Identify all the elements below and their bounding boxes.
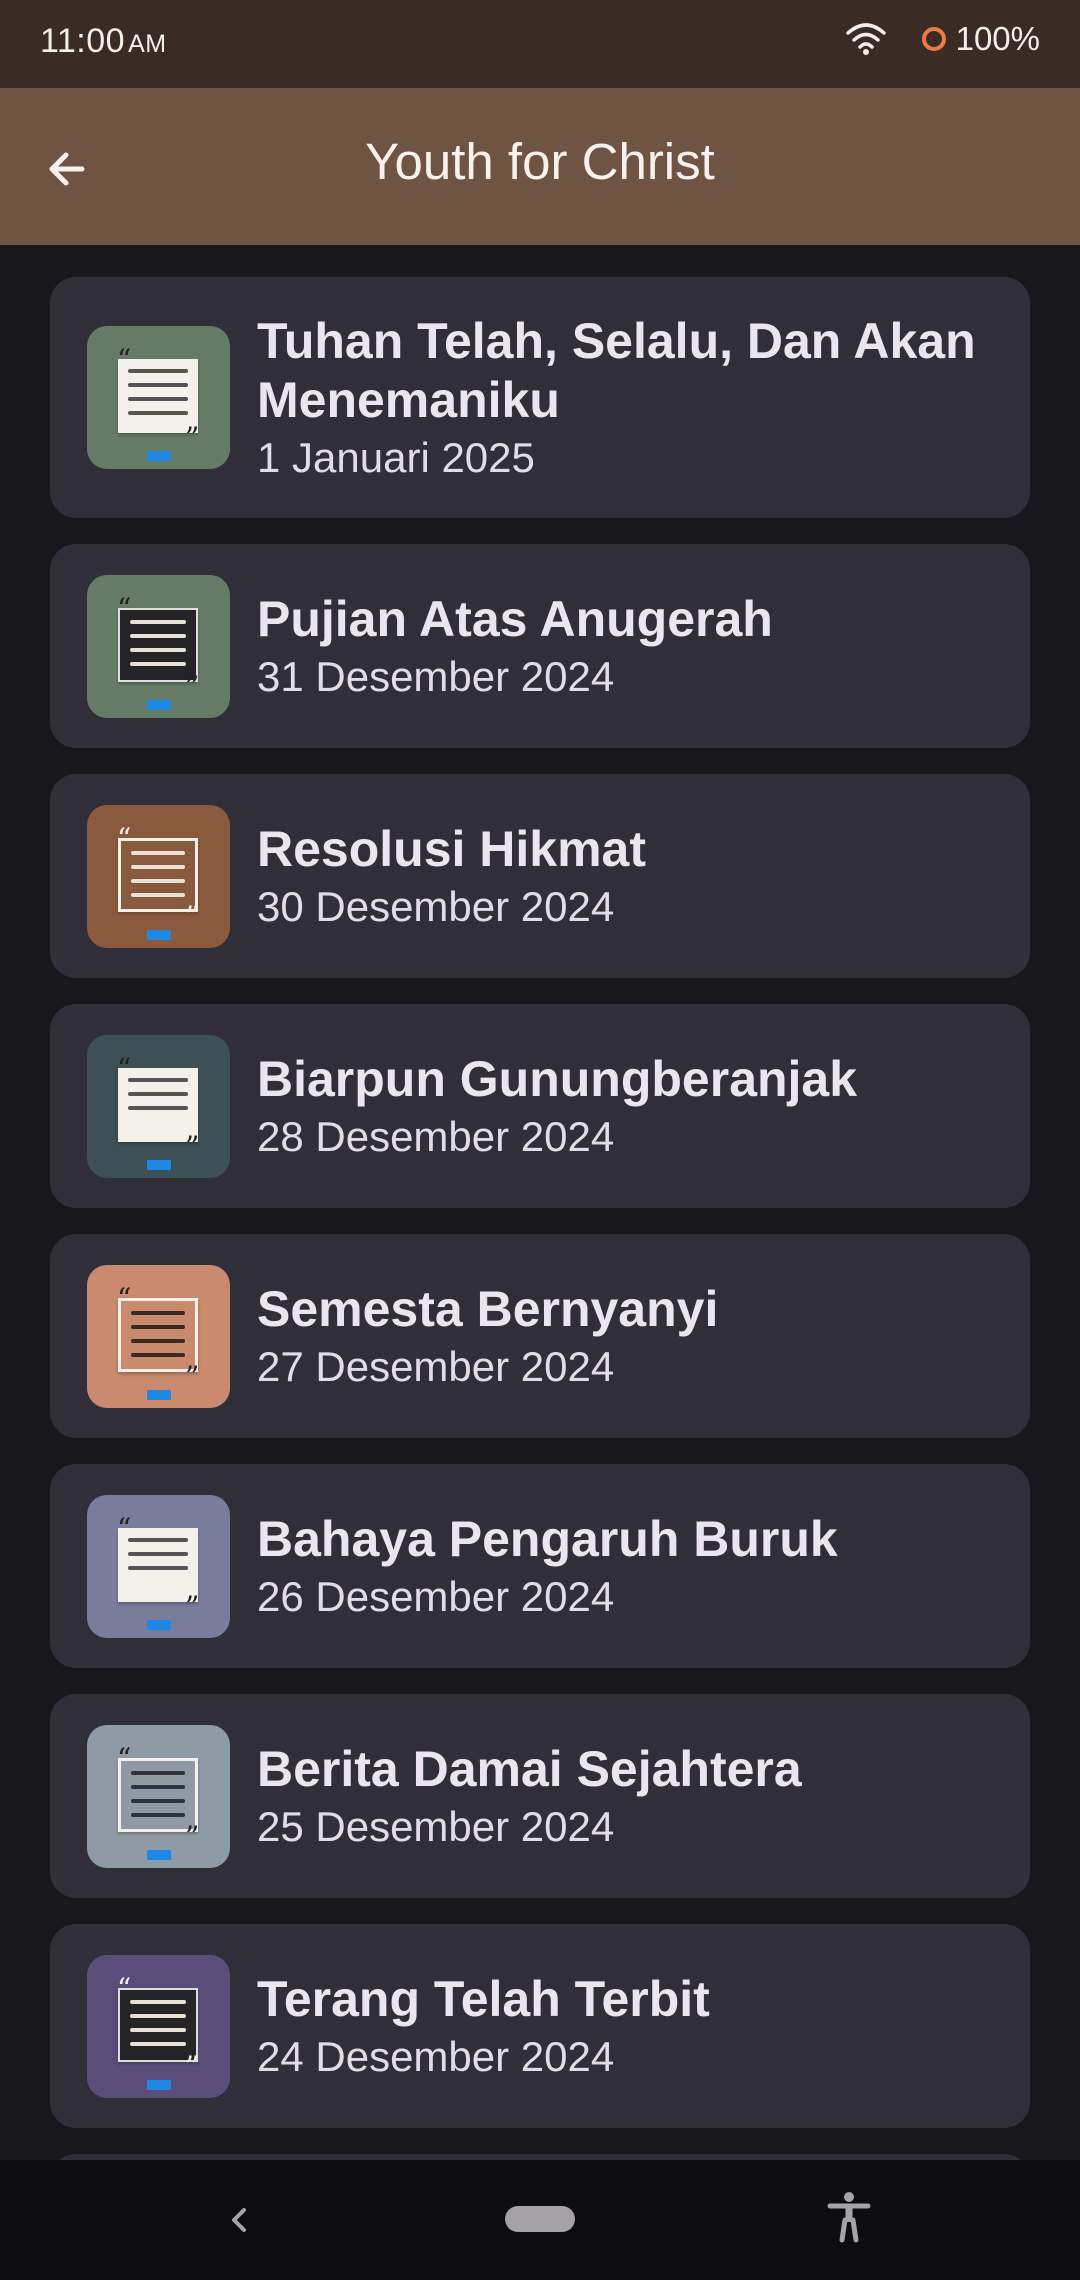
quote-close-icon: ” — [185, 2049, 200, 2083]
devotional-title: Resolusi Hikmat — [257, 820, 647, 877]
brand-badge-icon — [147, 699, 171, 710]
status-indicators: 100% — [845, 20, 1040, 58]
brand-badge-icon — [147, 1619, 171, 1630]
wifi-icon — [845, 23, 886, 55]
devotional-thumbnail: “ ” — [87, 1954, 230, 2098]
devotional-card[interactable]: “ ” Pujian Atas Anugerah 31 Desember 202… — [50, 544, 1030, 748]
quote-close-icon: ” — [185, 1819, 200, 1853]
system-nav-bar — [0, 2160, 1080, 2280]
devotional-card[interactable]: “ ” Resolusi Hikmat 30 Desember 2024 — [50, 774, 1030, 978]
devotional-text: Resolusi Hikmat 30 Desember 2024 — [257, 820, 994, 933]
devotional-thumbnail: “ ” — [87, 1494, 230, 1638]
battery-percentage: 100% — [955, 20, 1040, 57]
quote-close-icon: ” — [185, 1359, 200, 1393]
devotional-date: 27 Desember 2024 — [257, 1342, 615, 1390]
devotional-card[interactable]: “ ” Bahaya Pengaruh Buruk 26 Desember 20… — [50, 1464, 1030, 1668]
quote-close-icon: ” — [185, 1589, 200, 1623]
brand-badge-icon — [147, 1159, 171, 1170]
devotional-title: Terang Telah Terbit — [257, 1970, 710, 2027]
devotional-thumbnail: “ ” — [87, 326, 230, 469]
devotional-title: Biarpun Gunungberanjak — [257, 1050, 858, 1107]
devotional-date: 28 Desember 2024 — [257, 1112, 615, 1160]
devotional-date: 31 Desember 2024 — [257, 652, 615, 700]
quote-open-icon: “ — [117, 1281, 132, 1315]
devotional-text: Biarpun Gunungberanjak 28 Desember 2024 — [257, 1050, 994, 1163]
devotional-text: Bahaya Pengaruh Buruk 26 Desember 2024 — [257, 1510, 994, 1623]
quote-close-icon: ” — [185, 1129, 200, 1163]
devotional-thumbnail: “ ” — [87, 1724, 230, 1868]
devotional-date: 1 Januari 2025 — [257, 433, 535, 481]
devotional-thumbnail: “ ” — [87, 804, 230, 948]
devotional-text: Berita Damai Sejahtera 25 Desember 2024 — [257, 1740, 994, 1853]
quote-open-icon: “ — [117, 1741, 132, 1775]
devotional-text: Semesta Bernyanyi 27 Desember 2024 — [257, 1280, 994, 1393]
status-time: 11:00 AM — [40, 22, 167, 61]
devotional-card[interactable]: “ ” Biarpun Gunungberanjak 28 Desember 2… — [50, 1004, 1030, 1208]
quote-open-icon: “ — [117, 1511, 132, 1545]
quote-open-icon: “ — [117, 821, 132, 855]
devotional-text: Terang Telah Terbit 24 Desember 2024 — [257, 1970, 994, 2083]
app-bar: Youth for Christ — [0, 88, 1080, 245]
devotional-title: Semesta Bernyanyi — [257, 1280, 719, 1337]
quote-open-icon: “ — [117, 1051, 132, 1085]
devotional-thumbnail: “ ” — [87, 1034, 230, 1178]
quote-close-icon: ” — [185, 899, 200, 933]
devotional-thumbnail: “ ” — [87, 1264, 230, 1408]
home-pill-icon[interactable] — [505, 2206, 575, 2232]
devotional-card[interactable]: “ ” Semesta Bernyanyi 27 Desember 2024 — [50, 1234, 1030, 1438]
devotional-title: Pujian Atas Anugerah — [257, 590, 773, 647]
devotional-list: “ ” Tuhan Telah, Selalu, Dan Akan Menema… — [50, 277, 1030, 2240]
brand-badge-icon — [147, 2079, 171, 2090]
status-time-value: 11:00 — [40, 22, 126, 60]
devotional-card[interactable]: “ ” Berita Damai Sejahtera 25 Desember 2… — [50, 1694, 1030, 1898]
accessibility-icon[interactable] — [824, 2190, 874, 2244]
status-bar: 11:00 AM 100% — [0, 0, 1080, 88]
quote-open-icon: “ — [117, 343, 132, 376]
devotional-date: 26 Desember 2024 — [257, 1572, 615, 1620]
status-time-suffix: AM — [128, 30, 167, 58]
brand-badge-icon — [147, 929, 171, 940]
page-title: Youth for Christ — [365, 133, 715, 190]
devotional-card[interactable]: “ ” Tuhan Telah, Selalu, Dan Akan Menema… — [50, 277, 1030, 518]
quote-open-icon: “ — [117, 1971, 132, 2005]
back-icon[interactable] — [216, 2196, 264, 2244]
devotional-date: 24 Desember 2024 — [257, 2032, 615, 2080]
brand-badge-icon — [147, 1389, 171, 1400]
quote-close-icon: ” — [185, 421, 200, 454]
devotional-thumbnail: “ ” — [87, 574, 230, 718]
devotional-date: 30 Desember 2024 — [257, 882, 615, 930]
devotional-title: Berita Damai Sejahtera — [257, 1740, 802, 1797]
quote-close-icon: ” — [185, 669, 200, 703]
devotional-title: Tuhan Telah, Selalu, Dan Akan Menemaniku — [257, 312, 976, 428]
devotional-card[interactable]: “ ” Terang Telah Terbit 24 Desember 2024 — [50, 1924, 1030, 2128]
devotional-date: 25 Desember 2024 — [257, 1802, 615, 1850]
devotional-text: Tuhan Telah, Selalu, Dan Akan Menemaniku… — [257, 312, 994, 484]
devotional-title: Bahaya Pengaruh Buruk — [257, 1510, 838, 1567]
devotional-text: Pujian Atas Anugerah 31 Desember 2024 — [257, 590, 994, 703]
battery-saver-icon — [921, 27, 946, 51]
brand-badge-icon — [147, 451, 171, 461]
quote-open-icon: “ — [117, 591, 132, 625]
brand-badge-icon — [147, 1849, 171, 1860]
